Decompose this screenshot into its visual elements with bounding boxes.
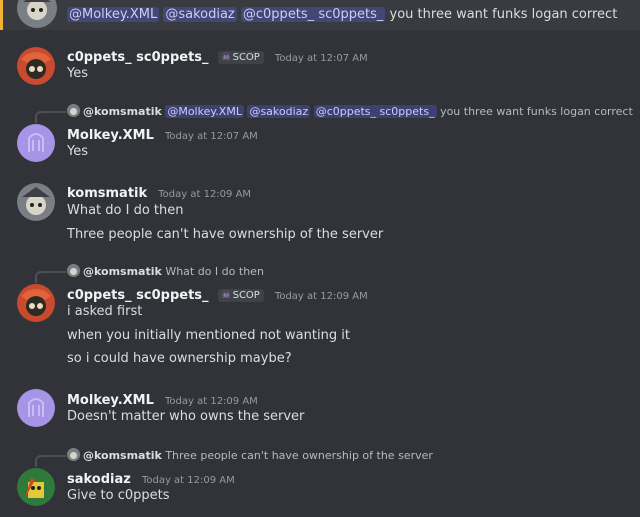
server-tag-label: SCOP — [232, 52, 260, 63]
message-text: when you initially mentioned not wanting… — [67, 328, 350, 343]
user-avatar-molkey[interactable] — [17, 389, 55, 427]
username[interactable]: komsmatik — [67, 186, 147, 201]
skull-icon: ☠ — [221, 290, 231, 301]
message-text: What do I do then — [67, 203, 184, 218]
message-text: Give to c0ppets — [67, 488, 170, 503]
skull-icon: ☠ — [221, 52, 231, 63]
timestamp: Today at 12:09 AM — [165, 396, 258, 407]
reply-text: What do I do then — [165, 265, 264, 278]
timestamp: Today at 12:09 AM — [158, 189, 252, 200]
message-header: c0ppets_ sc0ppets_ ☠ SCOP Today at 12:09 … — [67, 284, 368, 303]
timestamp: Today at 12:09 AM — [141, 475, 235, 486]
mention[interactable]: @c0ppets_ sc0ppets_ — [240, 7, 386, 22]
server-tag[interactable]: ☠ SCOP — [217, 289, 264, 302]
mention[interactable]: @Molkey.XML — [165, 105, 244, 118]
timestamp: Today at 12:07 AM — [274, 53, 368, 64]
reply-preview[interactable]: @komsmatik Three people can't have owner… — [67, 448, 433, 462]
reply-avatar — [67, 104, 80, 117]
message-text: you three want funks logan correct — [389, 7, 618, 22]
message-text: Doesn't matter who owns the server — [67, 409, 305, 424]
username[interactable]: c0ppets_ sc0ppets_ — [67, 50, 209, 65]
user-avatar-komsmatik[interactable] — [17, 0, 57, 28]
user-avatar-sakodiaz[interactable] — [17, 468, 55, 506]
reply-preview[interactable]: @komsmatik What do I do then — [67, 264, 264, 278]
mention[interactable]: @Molkey.XML — [67, 7, 160, 22]
message-text: Yes — [67, 144, 88, 159]
message-text: Three people can't have ownership of the… — [67, 227, 384, 242]
reply-author[interactable]: @komsmatik — [83, 265, 162, 278]
user-avatar-molkey[interactable] — [17, 124, 55, 162]
server-tag-label: SCOP — [232, 290, 260, 301]
reply-connector — [35, 271, 66, 283]
reply-author[interactable]: @komsmatik — [83, 105, 162, 118]
reply-avatar — [67, 264, 80, 277]
username[interactable]: c0ppets_ sc0ppets_ — [67, 288, 209, 303]
user-avatar-c0ppets[interactable] — [17, 47, 55, 85]
reply-author[interactable]: @komsmatik — [83, 449, 162, 462]
server-tag[interactable]: ☠ SCOP — [217, 51, 264, 64]
message-header: Molkey.XML Today at 12:09 AM — [67, 389, 258, 408]
reply-preview[interactable]: @komsmatik @Molkey.XML @sakodiaz @c0ppet… — [67, 104, 633, 118]
mention[interactable]: @c0ppets_ sc0ppets_ — [313, 105, 437, 118]
username[interactable]: Molkey.XML — [67, 393, 154, 408]
highlighted-message: @Molkey.XML @sakodiaz @c0ppets_ sc0ppets… — [0, 0, 640, 30]
reply-text: you three want funks logan correct — [440, 105, 633, 118]
timestamp: Today at 12:09 AM — [274, 291, 368, 302]
reply-avatar — [67, 448, 80, 461]
username[interactable]: Molkey.XML — [67, 128, 154, 143]
user-avatar-komsmatik[interactable] — [17, 183, 55, 221]
message-header: Molkey.XML Today at 12:07 AM — [67, 124, 258, 143]
user-avatar-c0ppets[interactable] — [17, 284, 55, 322]
username[interactable]: sakodiaz — [67, 472, 131, 487]
message-text: so i could have ownership maybe? — [67, 351, 292, 366]
message-header: komsmatik Today at 12:09 AM — [67, 182, 251, 201]
mention[interactable]: @sakodiaz — [163, 7, 237, 22]
timestamp: Today at 12:07 AM — [165, 131, 258, 142]
mention[interactable]: @sakodiaz — [247, 105, 311, 118]
reply-text: Three people can't have ownership of the… — [165, 449, 433, 462]
message-text: i asked first — [67, 304, 143, 319]
reply-connector — [35, 111, 66, 123]
message-text: Yes — [67, 66, 88, 81]
message-header: c0ppets_ sc0ppets_ ☠ SCOP Today at 12:07 … — [67, 46, 368, 65]
reply-connector — [35, 455, 66, 467]
highlighted-message-text: @Molkey.XML @sakodiaz @c0ppets_ sc0ppets… — [67, 7, 617, 22]
message-header: sakodiaz Today at 12:09 AM — [67, 468, 235, 487]
